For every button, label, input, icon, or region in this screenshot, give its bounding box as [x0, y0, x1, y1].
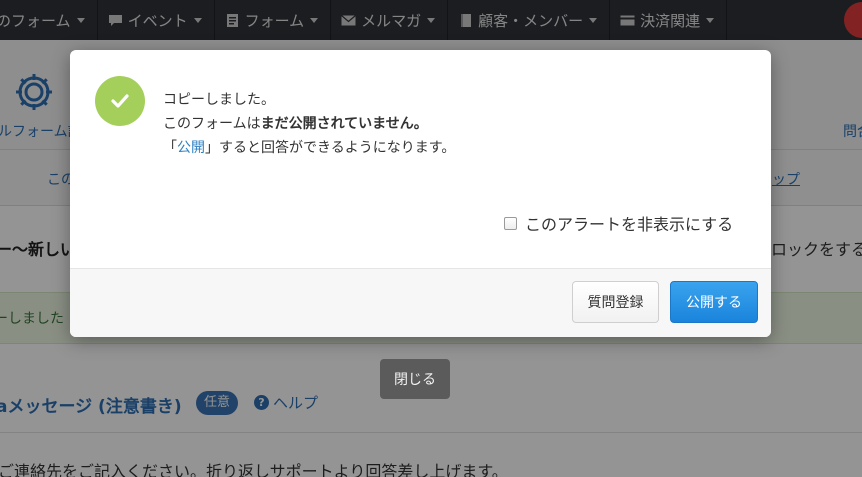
modal-footer: 質問登録 公開する: [70, 268, 771, 337]
publish-button[interactable]: 公開する: [670, 281, 758, 323]
message-line-2-bold: まだ公開されていません。: [260, 116, 428, 132]
message-line-1: コピーしました。: [163, 92, 275, 108]
checkmark-icon: [111, 94, 129, 108]
message-line-2-prefix: このフォームは: [163, 116, 261, 132]
message-line-2: このフォームはまだ公開されていません。: [163, 112, 455, 136]
hide-alert-checkbox[interactable]: [504, 216, 517, 230]
message-line-3-rest: 」すると回答ができるようになります。: [205, 140, 456, 156]
hide-alert-option[interactable]: このアラートを非表示にする: [504, 211, 733, 235]
close-button[interactable]: 閉じる: [380, 359, 450, 399]
message-bracket-open: 「: [163, 140, 177, 156]
modal-body: コピーしました。 このフォームはまだ公開されていません。 「公開」すると回答がで…: [70, 50, 771, 268]
question-register-button[interactable]: 質問登録: [572, 281, 659, 323]
copy-alert-modal: コピーしました。 このフォームはまだ公開されていません。 「公開」すると回答がで…: [70, 50, 771, 337]
hide-alert-label: このアラートを非表示にする: [525, 215, 734, 234]
success-check-icon: [95, 76, 145, 126]
message-line-3: 「公開」すると回答ができるようになります。: [163, 136, 455, 160]
publish-link[interactable]: 公開: [177, 140, 205, 156]
alert-message: コピーしました。 このフォームはまだ公開されていません。 「公開」すると回答がで…: [163, 88, 455, 160]
